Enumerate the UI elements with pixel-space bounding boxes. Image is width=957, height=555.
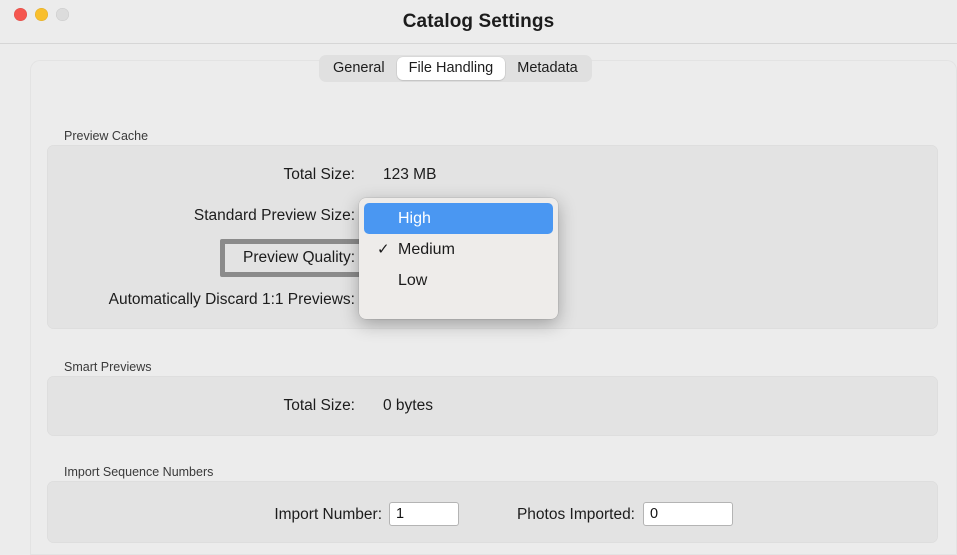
checkmark-icon: ✓	[377, 241, 390, 258]
settings-tabbar: General File Handling Metadata	[319, 55, 592, 82]
preview-quality-dropdown-menu[interactable]: High ✓ Medium Low	[359, 198, 558, 319]
label-preview-quality: Preview Quality:	[243, 249, 355, 266]
section-label-import-sequence-numbers: Import Sequence Numbers	[64, 465, 214, 479]
menu-item-medium[interactable]: ✓ Medium	[364, 234, 553, 265]
menu-item-low[interactable]: Low	[364, 265, 553, 296]
menu-item-high-label: High	[398, 210, 431, 227]
label-standard-preview-size: Standard Preview Size:	[193, 207, 355, 224]
label-auto-discard-1-1-previews: Automatically Discard 1:1 Previews:	[108, 291, 355, 308]
menu-item-low-label: Low	[398, 272, 428, 289]
section-label-smart-previews: Smart Previews	[64, 360, 152, 374]
window-title: Catalog Settings	[402, 11, 555, 32]
tab-general[interactable]: General	[321, 57, 397, 80]
label-smart-previews-total-size: Total Size:	[283, 397, 355, 414]
photos-imported-input[interactable]	[643, 502, 733, 526]
label-import-number: Import Number:	[274, 506, 382, 523]
value-preview-cache-total-size: 123 MB	[383, 166, 437, 183]
label-photos-imported: Photos Imported:	[516, 506, 635, 523]
menu-item-medium-label: Medium	[398, 241, 455, 258]
value-smart-previews-total-size: 0 bytes	[383, 397, 433, 414]
menu-item-high[interactable]: High	[364, 203, 553, 234]
tab-file-handling[interactable]: File Handling	[396, 57, 506, 80]
section-label-preview-cache: Preview Cache	[64, 129, 149, 143]
tab-metadata[interactable]: Metadata	[505, 57, 589, 80]
label-preview-cache-total-size: Total Size:	[283, 166, 355, 183]
window-titlebar: Catalog Settings	[0, 0, 957, 44]
